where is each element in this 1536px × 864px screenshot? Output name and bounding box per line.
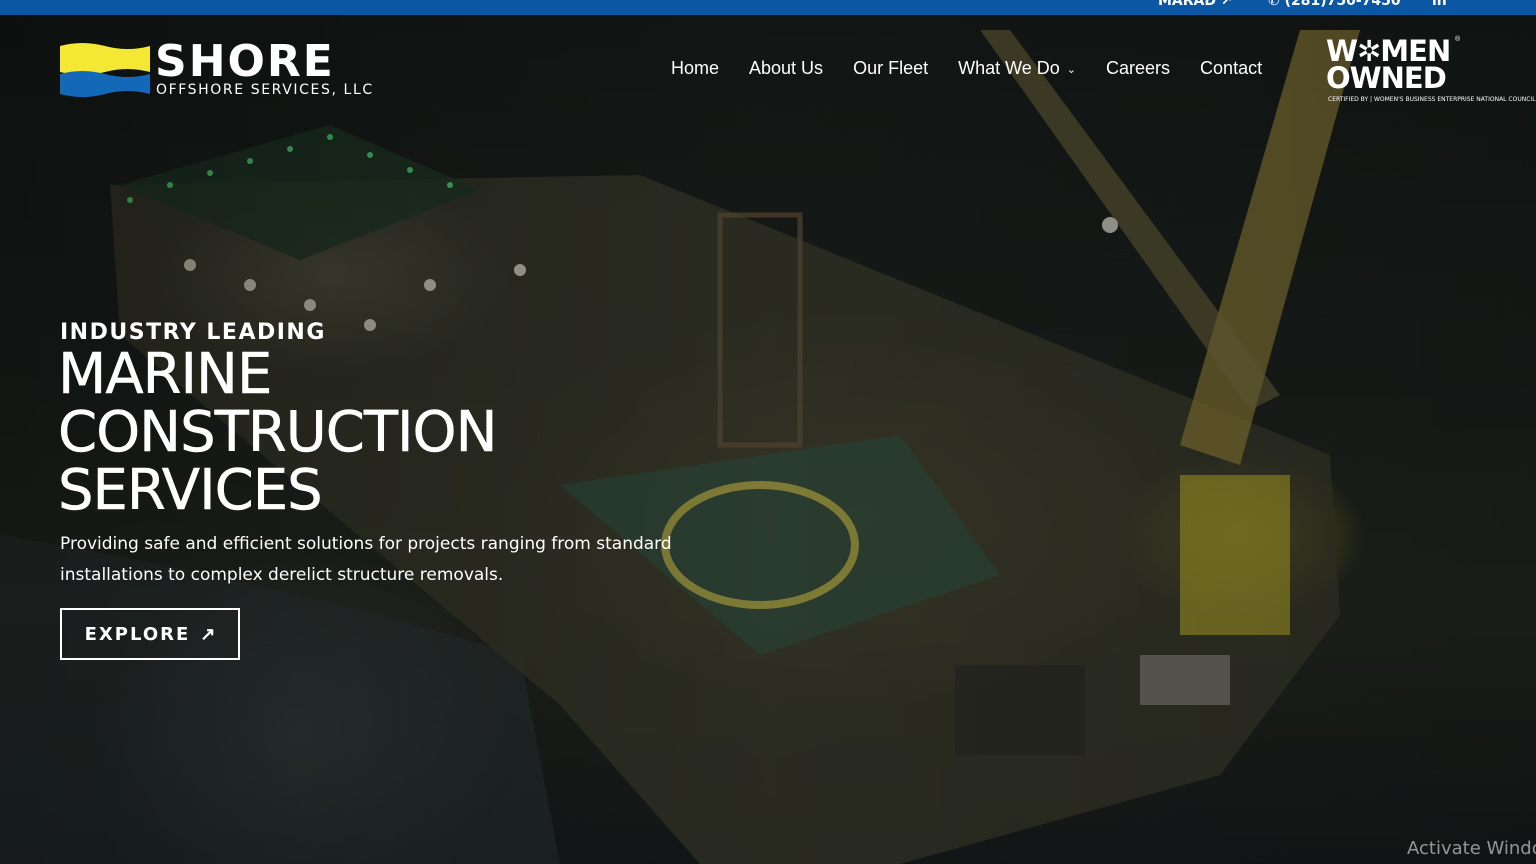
linkedin-icon[interactable]: in [1432,0,1447,9]
badge-certified-text: CERTIFIED BY | WOMEN'S BUSINESS ENTERPRI… [1328,96,1536,103]
arrow-up-right-icon: ↗ [200,623,216,644]
nav-home[interactable]: Home [671,58,719,79]
headline-line-2: CONSTRUCTION [58,400,498,465]
hero-headline: MARINE CONSTRUCTION SERVICES [58,342,498,523]
nav-careers[interactable]: Careers [1106,58,1170,79]
headline-line-1: MARINE [58,342,273,407]
nav-fleet-label: Our Fleet [853,58,929,78]
nav-what-we-do[interactable]: What We Do ⌄ [958,58,1076,79]
nav-contact-label: Contact [1200,58,1263,78]
nav-our-fleet[interactable]: Our Fleet [853,58,928,79]
women-owned-badge[interactable]: W✲MEN OWNED ® CERTIFIED BY | WOMEN'S BUS… [1326,34,1536,108]
nav-about-label: About Us [749,58,824,78]
logo-brand: SHORE [155,36,335,87]
nav-what-we-do-label: What We Do [958,58,1060,78]
nav-about-us[interactable]: About Us [749,58,823,79]
nav-careers-label: Careers [1106,58,1171,78]
logo-tagline: OFFSHORE SERVICES, LLC [156,82,374,98]
phone-link[interactable]: ✆ (281)750-7450 [1268,0,1401,9]
main-nav: Home About Us Our Fleet What We Do ⌄ Care… [671,58,1292,79]
logo-wave-icon [60,43,150,97]
chevron-down-icon: ⌄ [1066,64,1077,76]
marad-link[interactable]: MARAD ↗ [1158,0,1233,9]
top-utility-bar: MARAD ↗ ✆ (281)750-7450 in [0,0,1536,15]
explore-button[interactable]: EXPLORE ↗ [60,608,240,660]
company-logo[interactable]: SHORE OFFSHORE SERVICES, LLC [60,38,390,102]
nav-home-label: Home [671,58,720,78]
hero-description: Providing safe and efficient solutions f… [60,534,672,585]
nav-contact[interactable]: Contact [1200,58,1262,79]
explore-button-label: EXPLORE [84,623,191,645]
windows-activation-watermark: Activate Windo [1407,838,1536,859]
badge-line2: OWNED [1326,61,1447,95]
registered-mark: ® [1455,36,1461,43]
headline-line-3: SERVICES [58,458,323,523]
